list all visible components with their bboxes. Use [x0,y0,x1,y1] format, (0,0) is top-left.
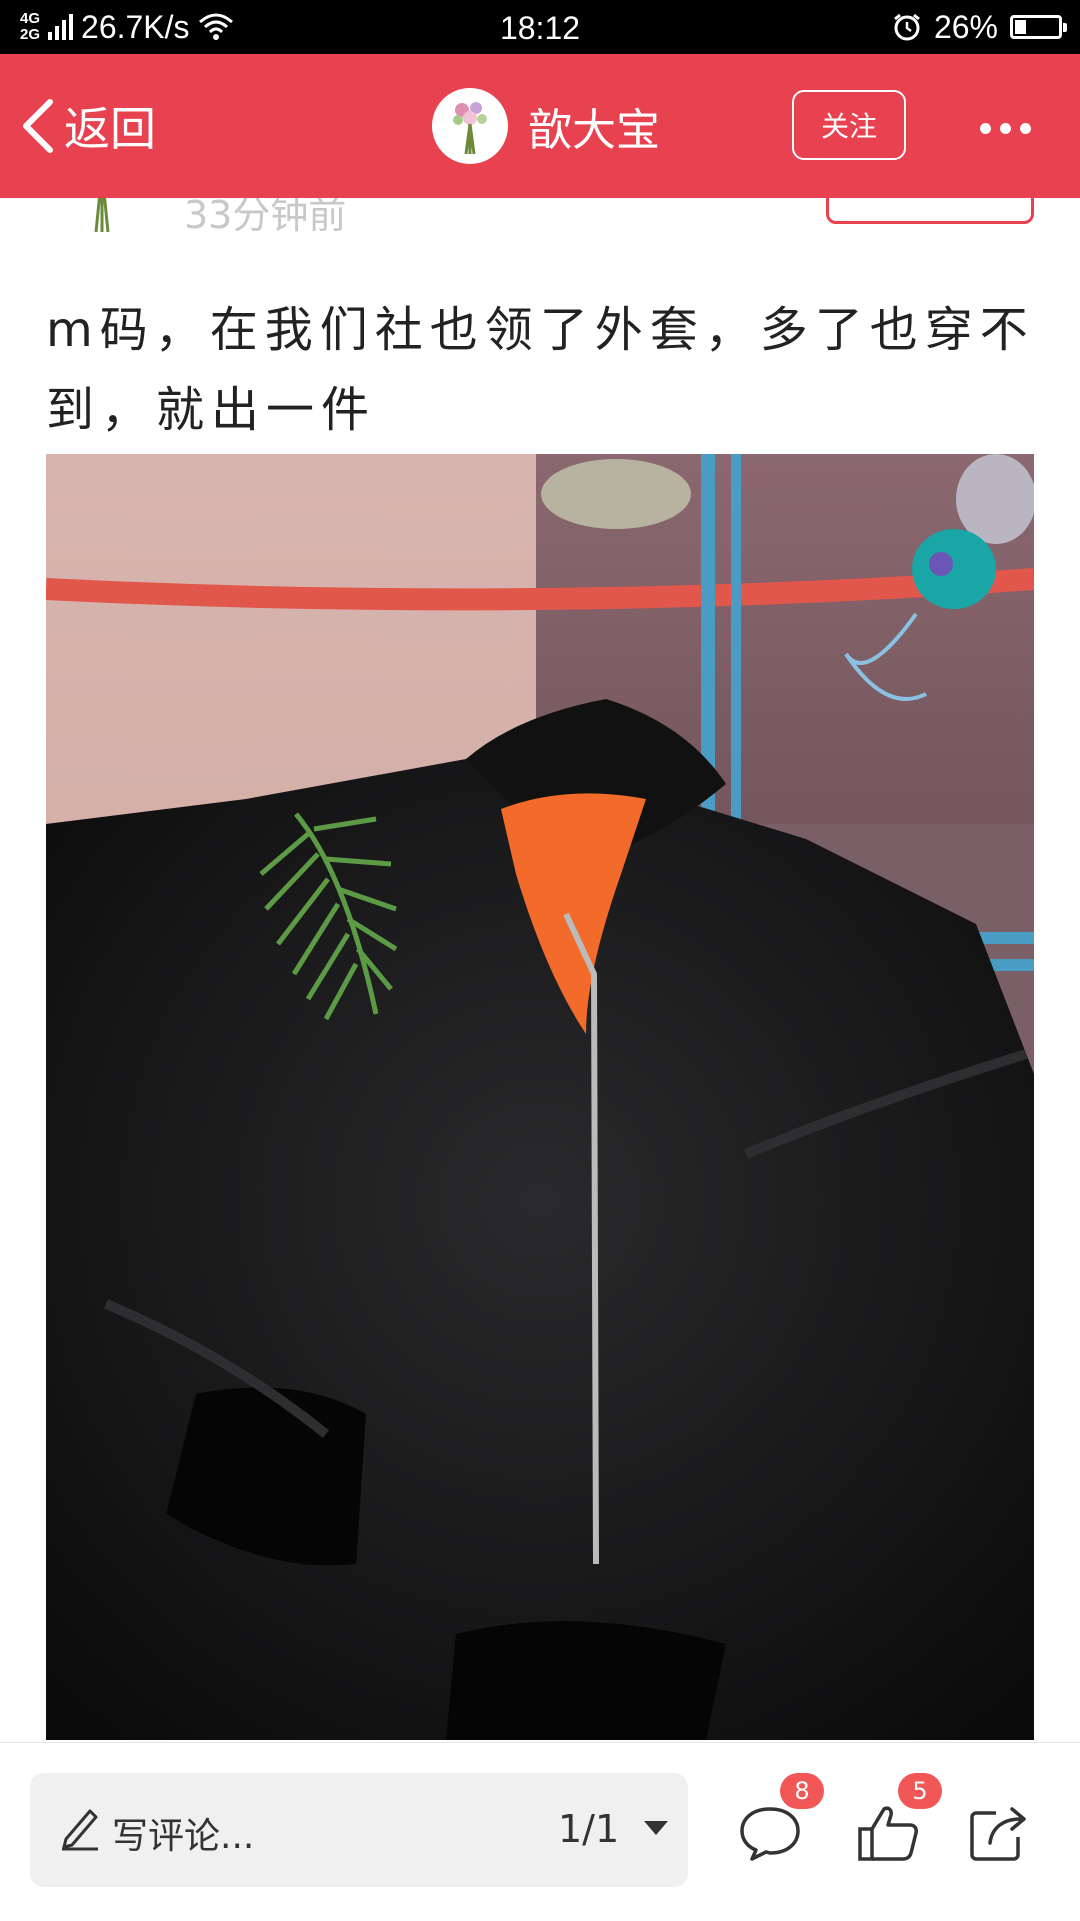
comment-placeholder: 写评论... [112,1816,255,1857]
share-icon [970,1807,1026,1861]
post-text-line: m码，在我们社也领了外套，多了也穿不 [46,302,1035,358]
battery-percent: 26% [933,8,998,45]
post-author-row: 33分钟前 [0,198,1080,238]
pencil-icon [62,1809,98,1851]
comment-input[interactable]: 写评论... 1/1 [30,1773,688,1887]
share-button[interactable] [968,1803,1032,1863]
comment-icon [740,1807,800,1861]
post-body: m码，在我们社也领了外套，多了也穿不 到，就出一件 [46,290,1036,450]
more-icon[interactable] [980,108,1070,148]
like-count-badge: 5 [898,1773,942,1809]
comment-count-badge: 8 [780,1773,824,1809]
bottom-action-bar: 写评论... 1/1 8 5 [0,1742,1080,1921]
dropdown-icon[interactable] [642,1817,670,1837]
back-button[interactable]: 返回 [18,54,156,198]
follow-button[interactable]: 关注 [792,90,906,160]
like-button[interactable]: 5 [856,1773,942,1863]
top-nav-bar: 返回 歆大宝 关注 [0,54,1080,198]
page-indicator: 1/1 [558,1807,620,1851]
comment-button[interactable]: 8 [738,1773,824,1863]
author-follow-button[interactable] [826,198,1034,224]
author-info[interactable]: 歆大宝 [432,88,660,164]
flower-bouquet-icon [453,102,487,155]
author-avatar[interactable] [72,198,132,232]
post-time: 33分钟前 [184,198,347,237]
alarm-icon [894,13,920,41]
avatar[interactable] [432,88,508,164]
post-photo[interactable] [46,454,1034,1740]
back-label: 返回 [64,102,156,156]
like-icon [858,1806,918,1861]
status-bar: 4G 2G 26.7K/s 18:12 26% [0,0,1080,54]
back-icon [23,99,53,153]
author-name: 歆大宝 [528,105,660,156]
post-text-line: 到，就出一件 [46,382,377,438]
jacket-photo [46,454,1034,1740]
battery-icon [1010,15,1067,39]
